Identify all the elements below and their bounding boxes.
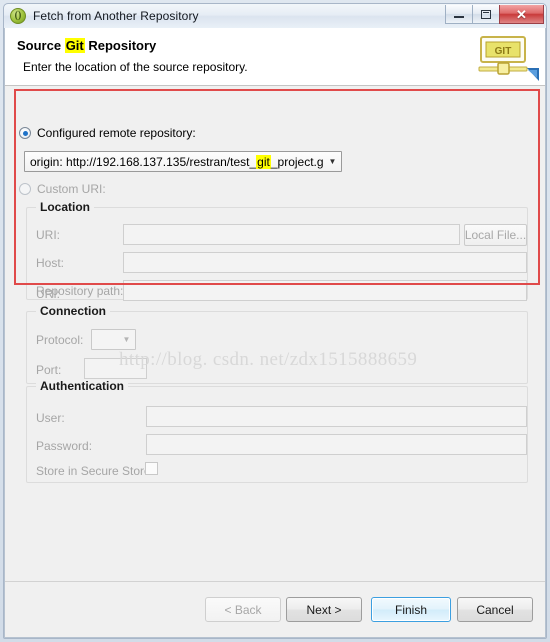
user-label: User:	[36, 411, 65, 425]
minimize-button[interactable]	[445, 5, 473, 24]
page-title-highlight: Git	[65, 38, 85, 53]
page-title-post: Repository	[85, 38, 157, 53]
location-group-title: Location	[36, 200, 94, 214]
svg-text:GIT: GIT	[495, 46, 512, 57]
port-input[interactable]	[84, 358, 147, 379]
host-label: Host:	[36, 256, 64, 270]
radio-custom-uri-label: Custom URI:	[37, 182, 106, 196]
close-icon: ✕	[516, 8, 527, 21]
password-input[interactable]	[146, 434, 527, 455]
user-input[interactable]	[146, 406, 527, 427]
store-secure-store-label: Store in Secure Store	[36, 464, 151, 478]
radio-custom-uri-indicator	[19, 183, 31, 195]
authentication-group-title: Authentication	[36, 379, 128, 393]
radio-configured-indicator	[19, 127, 31, 139]
protocol-combo[interactable]: ▼	[91, 329, 136, 350]
combo-value-post: _project.git	[271, 155, 324, 169]
restore-icon	[481, 10, 491, 19]
password-label: Password:	[36, 439, 92, 453]
title-bar: () Fetch from Another Repository ✕	[4, 4, 546, 28]
window-controls: ✕	[445, 5, 544, 24]
minimize-icon	[454, 16, 464, 18]
egit-repository-icon: ()	[10, 8, 26, 24]
uri-input[interactable]	[123, 224, 460, 245]
wizard-header: Source Git Repository Enter the location…	[5, 28, 545, 86]
next-button[interactable]: Next >	[286, 597, 362, 622]
dialog-window: () Fetch from Another Repository ✕ Sourc…	[0, 0, 550, 642]
dialog-button-bar: < Back Next > Finish Cancel	[5, 581, 545, 637]
remote-repository-combo-value: origin: http://192.168.137.135/restran/t…	[25, 155, 324, 169]
radio-configured-remote-repository[interactable]: Configured remote repository:	[19, 126, 196, 140]
combo-value-highlight: git	[256, 155, 271, 169]
protocol-label: Protocol:	[36, 333, 83, 347]
dialog-body: Source Git Repository Enter the location…	[4, 28, 546, 638]
page-title: Source Git Repository	[17, 38, 156, 53]
git-repository-banner-icon: GIT	[467, 31, 539, 85]
close-button[interactable]: ✕	[499, 5, 544, 24]
page-subtitle: Enter the location of the source reposit…	[23, 60, 248, 74]
local-file-button[interactable]: Local File...	[464, 224, 527, 246]
remote-repository-combo[interactable]: origin: http://192.168.137.135/restran/t…	[24, 151, 342, 172]
port-label: Port:	[36, 363, 61, 377]
maximize-button[interactable]	[472, 5, 500, 24]
page-content: Configured remote repository: origin: ht…	[5, 86, 545, 581]
repository-path-input[interactable]	[123, 280, 527, 301]
combo-value-pre: origin: http://192.168.137.135/restran/t…	[30, 155, 256, 169]
repository-path-label: Repository path:	[36, 284, 123, 298]
window-title: Fetch from Another Repository	[33, 9, 199, 23]
store-secure-store-checkbox[interactable]	[145, 462, 158, 475]
radio-configured-label: Configured remote repository:	[37, 126, 196, 140]
radio-custom-uri[interactable]: Custom URI:	[19, 182, 106, 196]
chevron-down-icon[interactable]: ▼	[324, 158, 341, 166]
connection-group-title: Connection	[36, 304, 110, 318]
uri-label: URI:	[36, 228, 60, 242]
host-input[interactable]	[123, 252, 527, 273]
cancel-button[interactable]: Cancel	[457, 597, 533, 622]
page-title-pre: Source	[17, 38, 65, 53]
finish-button[interactable]: Finish	[371, 597, 451, 622]
chevron-down-icon[interactable]: ▼	[118, 336, 135, 344]
back-button[interactable]: < Back	[205, 597, 281, 622]
